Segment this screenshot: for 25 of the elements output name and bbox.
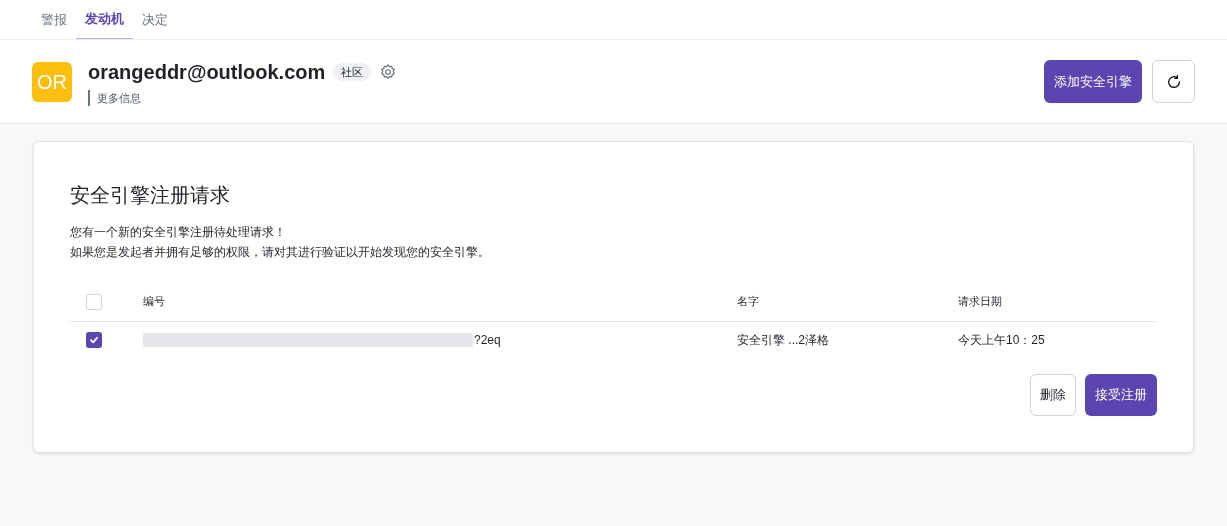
checkbox[interactable] — [86, 332, 102, 348]
table-cell: 安全引擎 ...2泽格 — [737, 333, 829, 347]
card-title: 安全引擎注册请求 — [70, 183, 231, 208]
check-icon — [89, 335, 99, 345]
refresh-button[interactable] — [1152, 60, 1195, 103]
tab[interactable]: 决定 — [133, 0, 177, 39]
add-engine-button[interactable]: 添加安全引擎 — [1044, 60, 1142, 103]
tab[interactable]: 警报 — [32, 0, 76, 39]
tab[interactable]: 发动机 — [76, 0, 133, 39]
description-text: 如果您是发起者并拥有足够的权限，请对其进行验证以开始发现您的安全引擎。 — [70, 244, 491, 261]
more-info-link[interactable]: 更多信息 — [88, 89, 398, 107]
accept-button[interactable]: 接受注册 — [1085, 374, 1157, 416]
community-badge: 社区 — [333, 62, 372, 81]
description-text: 您有一个新的安全引擎注册待处理请求！ — [70, 224, 287, 241]
settings-icon[interactable] — [379, 62, 398, 81]
column-header: 名字 — [737, 295, 759, 308]
column-header: 请求日期 — [958, 295, 1002, 308]
avatar: OR — [32, 61, 72, 102]
delete-button[interactable]: 删除 — [1030, 374, 1076, 416]
table-cell-text: ?2eq — [474, 332, 501, 349]
column-header: 编号 — [143, 295, 165, 308]
refresh-icon — [1165, 73, 1182, 90]
table-cell: 今天上午10：25 — [958, 333, 1045, 347]
checkbox[interactable] — [86, 293, 102, 310]
account-title: orangeddr@outlook.com — [88, 59, 326, 85]
